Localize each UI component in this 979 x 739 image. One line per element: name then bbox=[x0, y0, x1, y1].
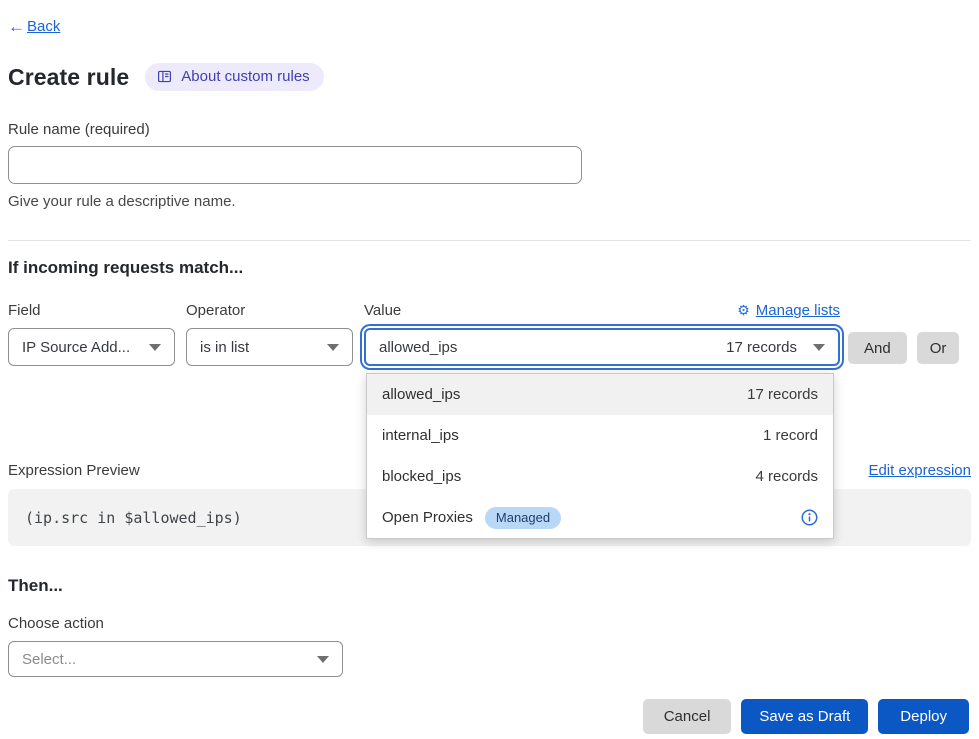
list-option-name: internal_ips bbox=[382, 427, 459, 444]
rule-name-help-text: Give your rule a descriptive name. bbox=[8, 193, 971, 210]
list-option-internal-ips[interactable]: internal_ips 1 record bbox=[367, 415, 833, 456]
operator-select[interactable]: is in list bbox=[186, 328, 353, 366]
back-link[interactable]: Back bbox=[27, 18, 60, 35]
value-selected-name: allowed_ips bbox=[379, 339, 457, 356]
chevron-down-icon bbox=[813, 344, 825, 351]
and-button[interactable]: And bbox=[848, 332, 907, 364]
match-section-heading: If incoming requests match... bbox=[8, 258, 971, 278]
deploy-button[interactable]: Deploy bbox=[878, 699, 969, 734]
logic-buttons: And Or bbox=[848, 301, 971, 366]
field-select-value: IP Source Add... bbox=[22, 339, 130, 356]
info-icon[interactable] bbox=[801, 509, 818, 526]
action-select-placeholder: Select... bbox=[22, 651, 76, 668]
or-button[interactable]: Or bbox=[917, 332, 960, 364]
list-option-count: 17 records bbox=[747, 386, 818, 403]
operator-label: Operator bbox=[186, 301, 353, 319]
chevron-down-icon bbox=[149, 344, 161, 351]
title-row: Create rule About custom rules bbox=[8, 63, 971, 91]
save-as-draft-button[interactable]: Save as Draft bbox=[741, 699, 868, 734]
expression-code: (ip.src in $allowed_ips) bbox=[25, 509, 242, 527]
manage-lists-link[interactable]: ⚙ Manage lists bbox=[737, 302, 840, 319]
edit-expression-link[interactable]: Edit expression bbox=[868, 462, 971, 479]
action-select[interactable]: Select... bbox=[8, 641, 343, 677]
field-label: Field bbox=[8, 301, 175, 319]
page-title: Create rule bbox=[8, 64, 129, 91]
create-rule-page: ← Back Create rule About custom rules Ru… bbox=[0, 0, 979, 739]
then-section-heading: Then... bbox=[8, 576, 971, 596]
manage-lists-label: Manage lists bbox=[756, 302, 840, 319]
list-option-name: blocked_ips bbox=[382, 468, 461, 485]
value-label: Value bbox=[364, 302, 401, 319]
choose-action-label: Choose action bbox=[8, 615, 971, 632]
about-badge-label: About custom rules bbox=[181, 68, 309, 85]
list-option-open-proxies[interactable]: Open Proxies Managed bbox=[367, 497, 833, 538]
book-icon bbox=[157, 69, 172, 84]
list-option-name: allowed_ips bbox=[382, 386, 460, 403]
rule-name-label: Rule name (required) bbox=[8, 121, 971, 138]
cancel-button[interactable]: Cancel bbox=[643, 699, 732, 734]
operator-select-value: is in list bbox=[200, 339, 249, 356]
field-column: Field IP Source Add... bbox=[8, 301, 175, 366]
rule-name-input[interactable] bbox=[8, 146, 582, 184]
list-option-blocked-ips[interactable]: blocked_ips 4 records bbox=[367, 456, 833, 497]
list-option-name: Open Proxies bbox=[382, 509, 473, 526]
list-option-count: 1 record bbox=[763, 427, 818, 444]
value-combobox[interactable]: allowed_ips 17 records bbox=[364, 328, 840, 366]
about-custom-rules-link[interactable]: About custom rules bbox=[145, 63, 323, 91]
operator-column: Operator is in list bbox=[186, 301, 353, 366]
list-dropdown-panel: allowed_ips 17 records internal_ips 1 re… bbox=[366, 373, 834, 539]
managed-badge: Managed bbox=[485, 507, 561, 529]
chevron-down-icon bbox=[327, 344, 339, 351]
expression-preview-label: Expression Preview bbox=[8, 462, 140, 479]
match-controls-row: Field IP Source Add... Operator is in li… bbox=[8, 301, 971, 366]
gear-icon: ⚙ bbox=[737, 303, 750, 317]
footer-actions: Cancel Save as Draft Deploy bbox=[8, 699, 971, 734]
list-option-allowed-ips[interactable]: allowed_ips 17 records bbox=[367, 374, 833, 415]
value-selected-count: 17 records bbox=[726, 339, 797, 356]
back-row: ← Back bbox=[8, 18, 971, 35]
back-arrow-icon: ← bbox=[8, 18, 25, 35]
list-option-count: 4 records bbox=[755, 468, 818, 485]
field-select[interactable]: IP Source Add... bbox=[8, 328, 175, 366]
chevron-down-icon bbox=[317, 656, 329, 663]
section-divider bbox=[8, 240, 971, 241]
value-column: Value ⚙ Manage lists allowed_ips 17 reco… bbox=[364, 301, 840, 366]
